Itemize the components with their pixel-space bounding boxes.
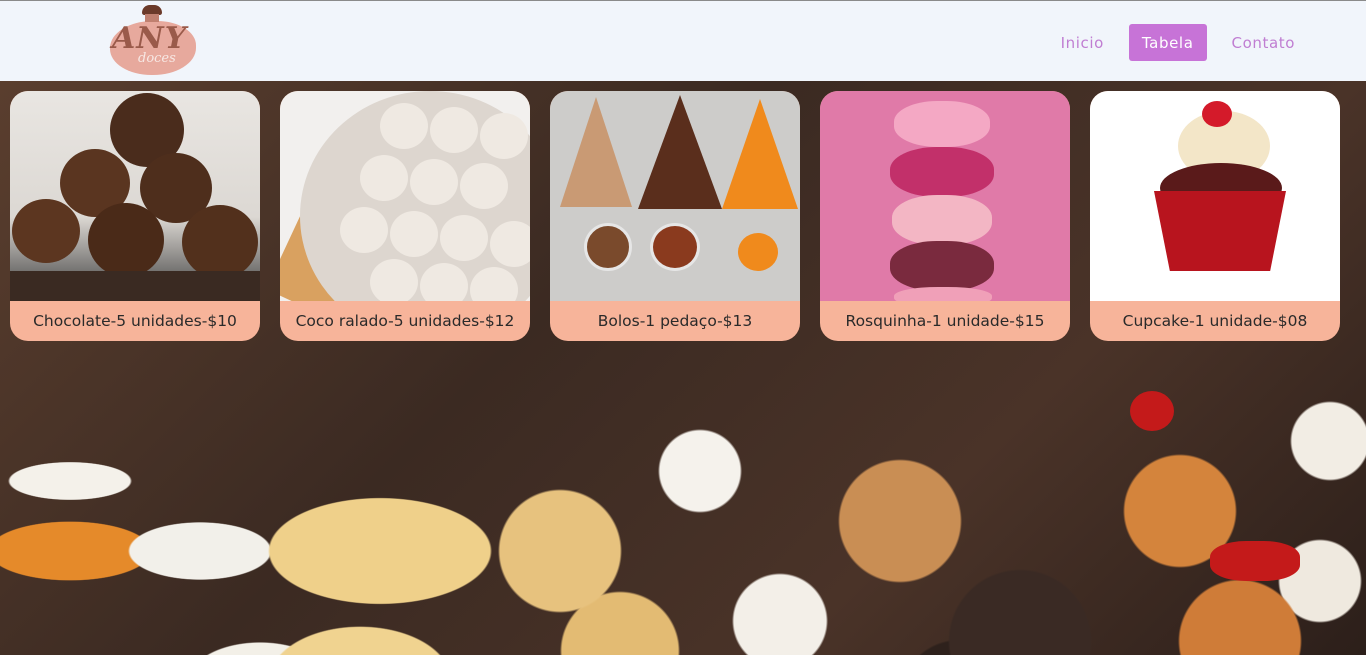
nav-tabela[interactable]: Tabela bbox=[1128, 24, 1207, 61]
cupcake-icon bbox=[142, 5, 162, 22]
nav-contato[interactable]: Contato bbox=[1219, 24, 1309, 61]
donut-stack-image bbox=[820, 91, 1070, 301]
product-label: Chocolate-5 unidades-$10 bbox=[33, 312, 237, 330]
chocolate-truffles-image bbox=[10, 91, 260, 301]
logo-subtext: doces bbox=[138, 51, 176, 66]
coconut-balls-image bbox=[280, 91, 530, 301]
logo[interactable]: ANY doces bbox=[108, 5, 200, 75]
product-card-cupcake[interactable]: Cupcake-1 unidade-$08 bbox=[1090, 91, 1340, 341]
product-label: Bolos-1 pedaço-$13 bbox=[597, 312, 753, 330]
product-card-rosquinha[interactable]: Rosquinha-1 unidade-$15 bbox=[820, 91, 1070, 341]
main-nav: Inicio Tabela Contato bbox=[1048, 24, 1308, 61]
nav-inicio[interactable]: Inicio bbox=[1048, 24, 1117, 61]
product-card-chocolate[interactable]: Chocolate-5 unidades-$10 bbox=[10, 91, 260, 341]
product-label: Rosquinha-1 unidade-$15 bbox=[845, 312, 1045, 330]
product-card-coco-ralado[interactable]: Coco ralado-5 unidades-$12 bbox=[280, 91, 530, 341]
product-card-bolos[interactable]: Bolos-1 pedaço-$13 bbox=[550, 91, 800, 341]
cupcake-image bbox=[1090, 91, 1340, 301]
site-header: ANY doces Inicio Tabela Contato bbox=[0, 0, 1366, 81]
product-label: Coco ralado-5 unidades-$12 bbox=[295, 312, 515, 330]
cake-slices-image bbox=[550, 91, 800, 301]
product-label: Cupcake-1 unidade-$08 bbox=[1122, 312, 1308, 330]
